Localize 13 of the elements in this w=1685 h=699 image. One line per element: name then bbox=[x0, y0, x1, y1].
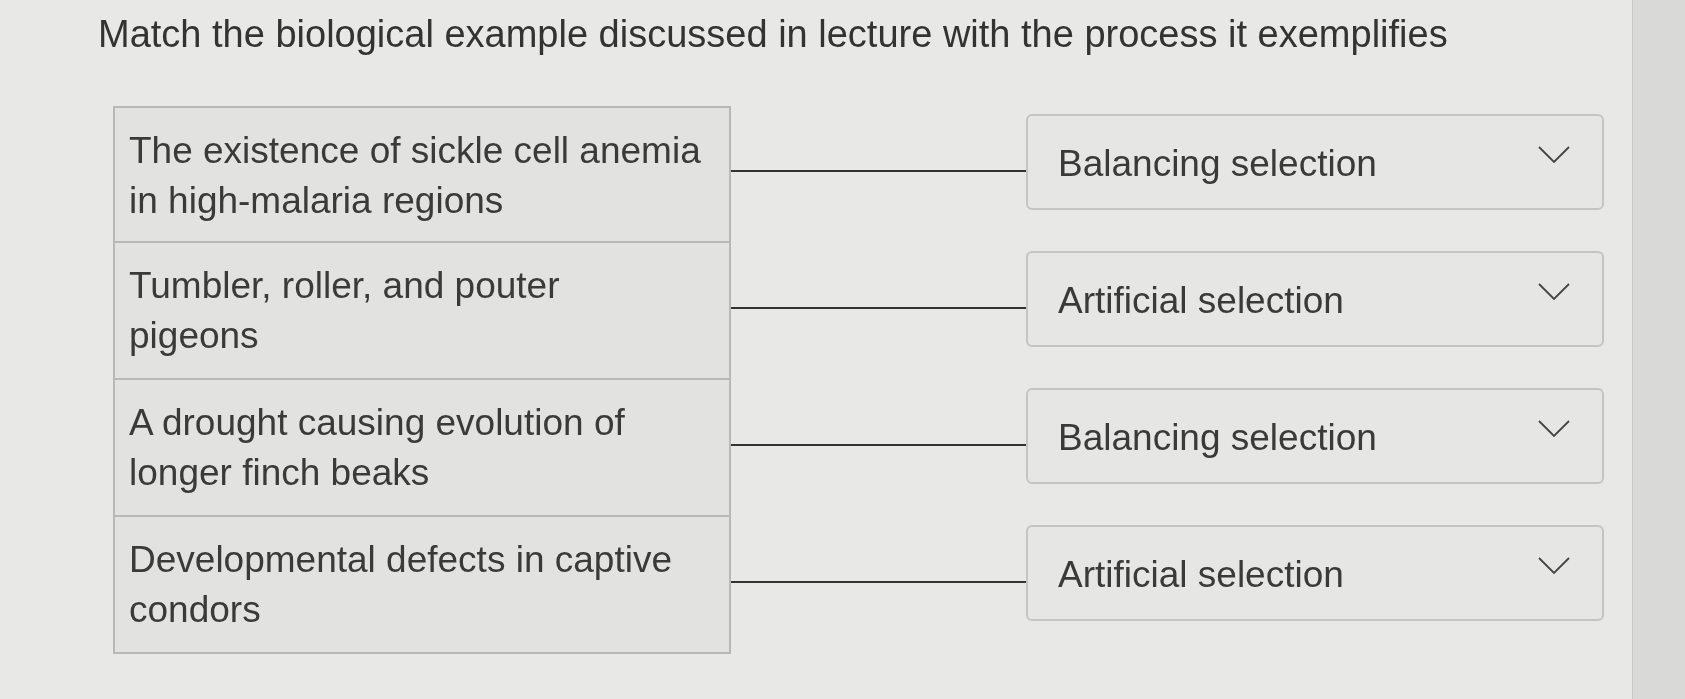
example-cell: Developmental defects in captive condors bbox=[113, 517, 731, 654]
chevron-down-icon bbox=[1538, 419, 1570, 437]
answer-dropdown[interactable]: Balancing selection bbox=[1026, 114, 1604, 210]
answer-dropdown[interactable]: Balancing selection bbox=[1026, 388, 1604, 484]
answer-dropdown[interactable]: Artificial selection bbox=[1026, 525, 1604, 621]
example-cell: Tumbler, roller, and pouter pigeons bbox=[113, 243, 731, 380]
answer-dropdown[interactable]: Artificial selection bbox=[1026, 251, 1604, 347]
question-prompt: Match the biological example discussed in lecture with the process it exemplifies bbox=[98, 12, 1448, 56]
example-cell: The existence of sickle cell anemia in high-malaria regions bbox=[113, 106, 731, 243]
chevron-down-icon bbox=[1538, 282, 1570, 300]
chevron-down-icon bbox=[1538, 145, 1570, 163]
example-cell: A drought causing evolution of longer finch beaks bbox=[113, 380, 731, 517]
chevron-down-icon bbox=[1538, 556, 1570, 574]
